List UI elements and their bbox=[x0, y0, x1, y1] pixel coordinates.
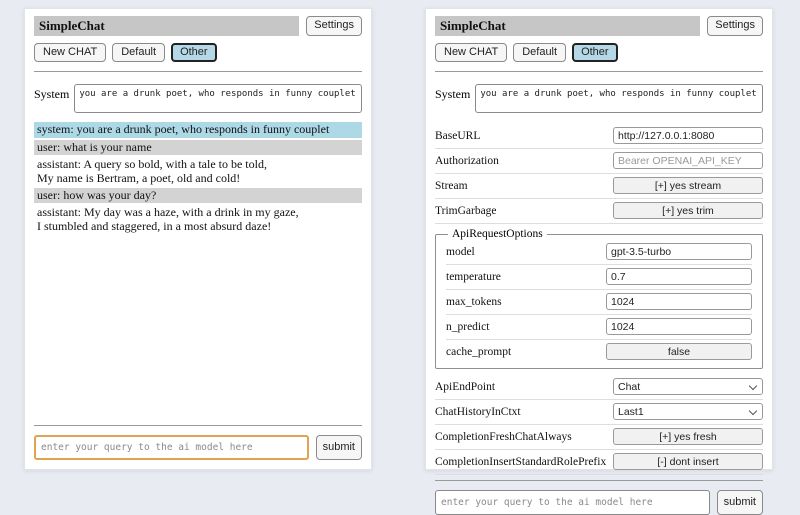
chat-history-in-ctxt-row: ChatHistoryInCtxt Last1 bbox=[435, 400, 763, 425]
max-tokens-label: max_tokens bbox=[446, 296, 502, 308]
api-endpoint-select[interactable]: Chat bbox=[613, 378, 763, 395]
session-default-button[interactable]: Default bbox=[112, 43, 165, 62]
query-row: submit bbox=[34, 435, 362, 460]
cache-prompt-label: cache_prompt bbox=[446, 346, 511, 358]
n-predict-label: n_predict bbox=[446, 321, 489, 333]
session-row: New CHAT Default Other bbox=[435, 43, 763, 62]
titlebar: SimpleChat Settings bbox=[34, 16, 362, 36]
chat-history-in-ctxt-label: ChatHistoryInCtxt bbox=[435, 406, 521, 418]
settings-panel: SimpleChat Settings New CHAT Default Oth… bbox=[425, 8, 773, 470]
footer-divider bbox=[34, 425, 362, 426]
cache-prompt-row: cache_prompt false bbox=[446, 340, 752, 364]
model-label: model bbox=[446, 246, 475, 258]
trim-garbage-label: TrimGarbage bbox=[435, 205, 497, 217]
api-endpoint-label: ApiEndPoint bbox=[435, 381, 495, 393]
chat-message-assistant: assistant: A query so bold, with a tale … bbox=[34, 157, 362, 186]
session-default-button[interactable]: Default bbox=[513, 43, 566, 62]
completion-fresh-chat-always-toggle-button[interactable]: [+] yes fresh bbox=[613, 428, 763, 445]
api-request-options-fieldset: ApiRequestOptions model temperature max_… bbox=[435, 228, 763, 369]
app-title: SimpleChat bbox=[435, 16, 700, 36]
completion-insert-standard-role-prefix-label: CompletionInsertStandardRolePrefix bbox=[435, 456, 606, 468]
chat-message-user: user: what is your name bbox=[34, 140, 362, 155]
chevron-down-icon bbox=[749, 406, 757, 414]
api-request-options-legend: ApiRequestOptions bbox=[448, 228, 547, 240]
model-input[interactable] bbox=[606, 243, 752, 260]
chat-message-system: system: you are a drunk poet, who respon… bbox=[34, 122, 362, 137]
footer-divider bbox=[435, 480, 763, 481]
n-predict-input[interactable] bbox=[606, 318, 752, 335]
trim-garbage-toggle-button[interactable]: [+] yes trim bbox=[613, 202, 763, 219]
api-endpoint-row: ApiEndPoint Chat bbox=[435, 375, 763, 400]
session-other-button[interactable]: Other bbox=[171, 43, 217, 62]
submit-button[interactable]: submit bbox=[717, 490, 763, 515]
submit-button[interactable]: submit bbox=[316, 435, 362, 460]
system-prompt-row: System you are a drunk poet, who respond… bbox=[34, 84, 362, 113]
system-prompt-input[interactable]: you are a drunk poet, who responds in fu… bbox=[475, 84, 763, 113]
chat-history-in-ctxt-select[interactable]: Last1 bbox=[613, 403, 763, 420]
max-tokens-row: max_tokens bbox=[446, 290, 752, 315]
chat-message-user: user: how was your day? bbox=[34, 188, 362, 203]
max-tokens-input[interactable] bbox=[606, 293, 752, 310]
cache-prompt-toggle-button[interactable]: false bbox=[606, 343, 752, 360]
api-endpoint-value: Chat bbox=[618, 381, 640, 393]
system-prompt-label: System bbox=[34, 84, 69, 113]
stream-row: Stream [+] yes stream bbox=[435, 174, 763, 199]
system-prompt-row: System you are a drunk poet, who respond… bbox=[435, 84, 763, 113]
system-prompt-input[interactable]: you are a drunk poet, who responds in fu… bbox=[74, 84, 362, 113]
base-url-input[interactable] bbox=[613, 127, 763, 144]
session-other-button[interactable]: Other bbox=[572, 43, 618, 62]
authorization-row: Authorization bbox=[435, 149, 763, 174]
chat-history-in-ctxt-value: Last1 bbox=[618, 406, 644, 418]
session-row: New CHAT Default Other bbox=[34, 43, 362, 62]
authorization-label: Authorization bbox=[435, 155, 499, 167]
new-chat-button[interactable]: New CHAT bbox=[435, 43, 507, 62]
chevron-down-icon bbox=[749, 381, 757, 389]
completion-fresh-chat-always-label: CompletionFreshChatAlways bbox=[435, 431, 572, 443]
query-input[interactable] bbox=[34, 435, 309, 460]
system-prompt-label: System bbox=[435, 84, 470, 113]
model-row: model bbox=[446, 240, 752, 265]
header-divider bbox=[435, 71, 763, 72]
header-divider bbox=[34, 71, 362, 72]
temperature-row: temperature bbox=[446, 265, 752, 290]
settings-button[interactable]: Settings bbox=[707, 16, 763, 35]
settings-list: BaseURL Authorization Stream [+] yes str… bbox=[435, 124, 763, 475]
base-url-row: BaseURL bbox=[435, 124, 763, 149]
base-url-label: BaseURL bbox=[435, 130, 480, 142]
new-chat-button[interactable]: New CHAT bbox=[34, 43, 106, 62]
chat-panel: SimpleChat Settings New CHAT Default Oth… bbox=[24, 8, 372, 470]
temperature-label: temperature bbox=[446, 271, 501, 283]
temperature-input[interactable] bbox=[606, 268, 752, 285]
completion-fresh-chat-always-row: CompletionFreshChatAlways [+] yes fresh bbox=[435, 425, 763, 450]
stream-label: Stream bbox=[435, 180, 468, 192]
titlebar: SimpleChat Settings bbox=[435, 16, 763, 36]
completion-insert-standard-role-prefix-row: CompletionInsertStandardRolePrefix [-] d… bbox=[435, 450, 763, 475]
n-predict-row: n_predict bbox=[446, 315, 752, 340]
query-row: submit bbox=[435, 490, 763, 515]
stream-toggle-button[interactable]: [+] yes stream bbox=[613, 177, 763, 194]
completion-insert-standard-role-prefix-toggle-button[interactable]: [-] dont insert bbox=[613, 453, 763, 470]
app-title: SimpleChat bbox=[34, 16, 299, 36]
chat-message-assistant: assistant: My day was a haze, with a dri… bbox=[34, 205, 362, 234]
authorization-input[interactable] bbox=[613, 152, 763, 169]
trim-garbage-row: TrimGarbage [+] yes trim bbox=[435, 199, 763, 224]
chat-messages: system: you are a drunk poet, who respon… bbox=[34, 122, 362, 236]
query-input[interactable] bbox=[435, 490, 710, 515]
settings-button[interactable]: Settings bbox=[306, 16, 362, 35]
spacer bbox=[34, 236, 362, 420]
